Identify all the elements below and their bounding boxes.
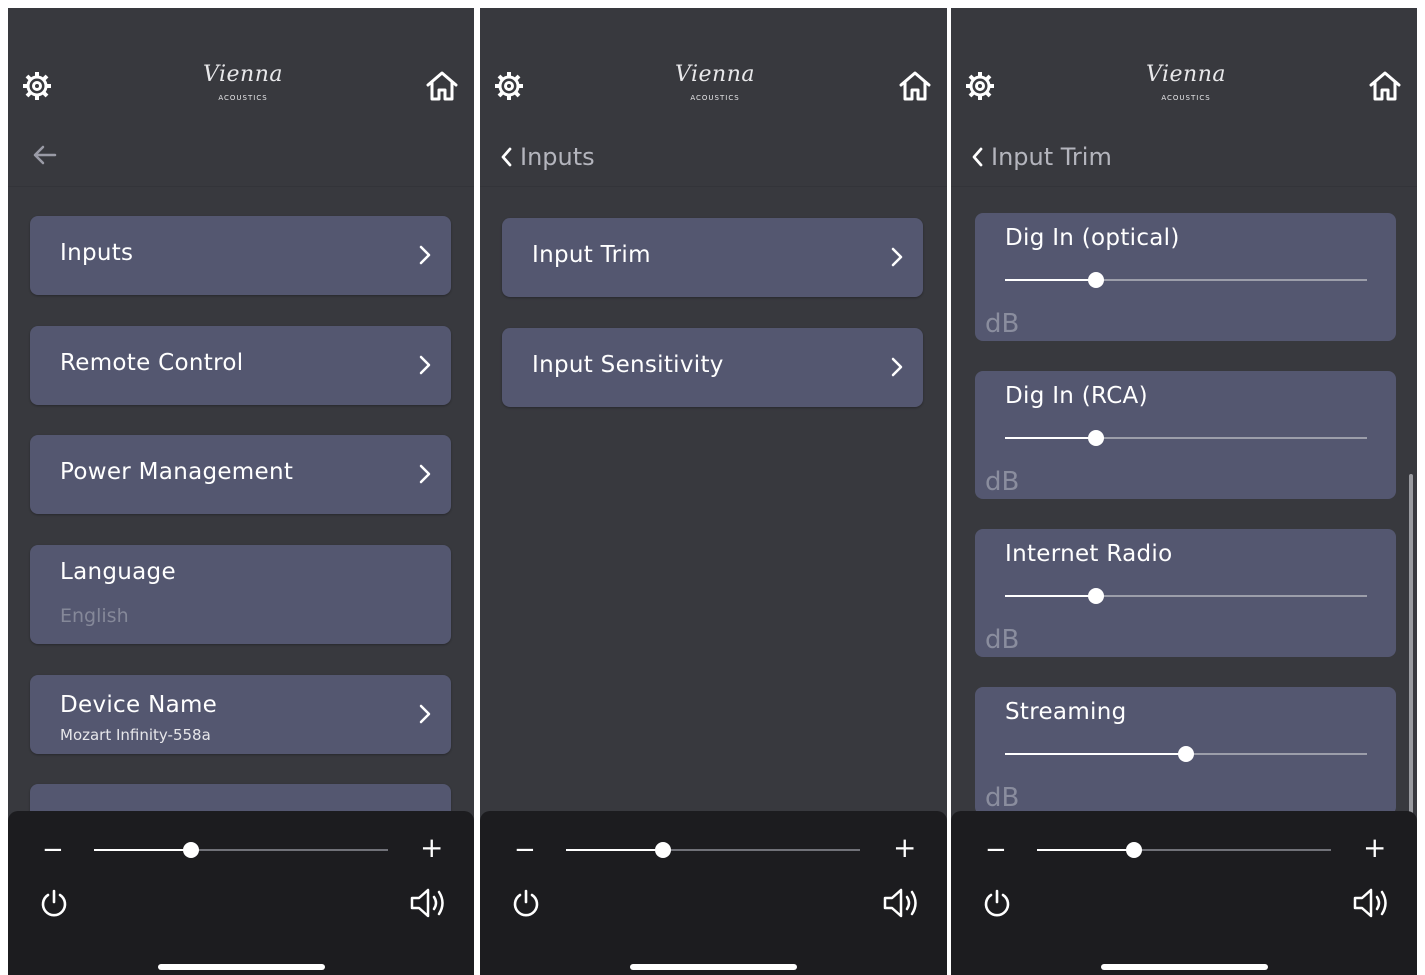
trim-knob[interactable] (1087, 588, 1104, 604)
player-bar: − + (951, 811, 1417, 975)
trim-slider[interactable] (1005, 272, 1367, 288)
chevron-right-icon (891, 357, 903, 377)
logo-subtitle: ACOUSTICS (690, 94, 740, 102)
menu-item-label: Input Sensitivity (532, 352, 724, 378)
nav-row: Inputs (480, 128, 947, 187)
player-bar: − + (8, 811, 474, 975)
volume-slider[interactable] (566, 842, 860, 858)
back-button[interactable]: Input Trim (971, 142, 1112, 172)
power-icon[interactable] (981, 887, 1013, 919)
volume-down-button[interactable]: − (985, 835, 1007, 865)
top-bar: Vienna ACOUSTICS (8, 58, 474, 118)
menu-item-input-trim[interactable]: Input Trim (502, 218, 923, 297)
logo-script: Vienna (202, 62, 283, 87)
trim-card-dig-in-optical: Dig In (optical) dB (975, 213, 1396, 341)
trim-card-streaming: Streaming dB (975, 687, 1396, 815)
volume-up-button[interactable]: + (420, 833, 443, 863)
trim-unit: dB (985, 783, 1020, 813)
menu-item-remote-control[interactable]: Remote Control (30, 326, 451, 405)
volume-knob[interactable] (1126, 842, 1143, 858)
logo-script: Vienna (674, 62, 755, 87)
trim-knob[interactable] (1087, 272, 1104, 288)
nav-row (8, 128, 474, 187)
settings-screen: Vienna ACOUSTICS Inputs Remote Control P… (8, 8, 474, 975)
home-icon[interactable] (422, 66, 462, 106)
speaker-icon[interactable] (408, 885, 448, 921)
input-trim-screen: Vienna ACOUSTICS Input Trim Dig In (opti… (951, 8, 1417, 975)
chevron-left-icon (972, 147, 983, 167)
volume-slider[interactable] (94, 842, 388, 858)
inputs-screen: Vienna ACOUSTICS Inputs Input Trim Input… (480, 8, 947, 975)
trim-unit: dB (985, 625, 1020, 655)
menu-item-device-name[interactable]: Device Name Mozart Infinity-558a (30, 675, 451, 754)
chevron-right-icon (419, 245, 431, 265)
volume-down-button[interactable]: − (42, 835, 64, 865)
trim-card-dig-in-rca: Dig In (RCA) dB (975, 371, 1396, 499)
speaker-icon[interactable] (1351, 885, 1391, 921)
top-bar: Vienna ACOUSTICS (480, 58, 947, 118)
volume-up-button[interactable]: + (893, 833, 916, 863)
trim-label: Internet Radio (1005, 541, 1173, 567)
menu-item-input-sensitivity[interactable]: Input Sensitivity (502, 328, 923, 407)
chevron-right-icon (891, 247, 903, 267)
chevron-left-icon (501, 147, 512, 167)
home-indicator (158, 964, 325, 970)
back-arrow-icon[interactable] (30, 140, 64, 170)
menu-item-label: Device Name (60, 692, 218, 718)
gear-icon[interactable] (960, 66, 1000, 106)
trim-label: Dig In (optical) (1005, 225, 1180, 251)
menu-item-power-management[interactable]: Power Management (30, 435, 451, 514)
volume-up-button[interactable]: + (1363, 833, 1386, 863)
brand-logo: Vienna ACOUSTICS (1141, 62, 1231, 112)
trim-unit: dB (985, 467, 1020, 497)
menu-item-label: Input Trim (532, 242, 651, 268)
back-label: Input Trim (991, 143, 1112, 171)
power-icon[interactable] (510, 887, 542, 919)
menu-item-label: Language (60, 559, 176, 585)
volume-knob[interactable] (655, 842, 672, 858)
power-icon[interactable] (38, 887, 70, 919)
logo-subtitle: ACOUSTICS (1161, 94, 1211, 102)
home-indicator (1101, 964, 1268, 970)
trim-card-internet-radio: Internet Radio dB (975, 529, 1396, 657)
brand-logo: Vienna ACOUSTICS (198, 62, 288, 112)
menu-item-label: Power Management (60, 459, 294, 485)
trim-knob[interactable] (1087, 430, 1104, 446)
menu-item-language[interactable]: Language English (30, 545, 451, 644)
trim-label: Streaming (1005, 699, 1127, 725)
chevron-right-icon (419, 355, 431, 375)
back-button[interactable]: Inputs (500, 142, 595, 172)
logo-subtitle: ACOUSTICS (218, 94, 268, 102)
menu-item-label: Inputs (60, 240, 134, 266)
chevron-right-icon (419, 704, 431, 724)
top-bar: Vienna ACOUSTICS (951, 58, 1417, 118)
volume-down-button[interactable]: − (514, 835, 536, 865)
speaker-icon[interactable] (881, 885, 921, 921)
device-name-value: Mozart Infinity-558a (60, 726, 210, 744)
player-bar: − + (480, 811, 947, 975)
home-indicator (630, 964, 797, 970)
brand-logo: Vienna ACOUSTICS (670, 62, 760, 112)
trim-slider[interactable] (1005, 588, 1367, 604)
volume-knob[interactable] (183, 842, 200, 858)
trim-unit: dB (985, 309, 1020, 339)
back-label: Inputs (520, 143, 595, 171)
home-icon[interactable] (1365, 66, 1405, 106)
nav-row: Input Trim (951, 128, 1417, 187)
trim-knob[interactable] (1178, 746, 1194, 762)
language-value: English (60, 605, 129, 627)
menu-item-label: Remote Control (60, 350, 244, 376)
trim-slider[interactable] (1005, 430, 1367, 446)
gear-icon[interactable] (489, 66, 529, 106)
chevron-right-icon (419, 464, 431, 484)
logo-script: Vienna (1145, 62, 1226, 87)
menu-item-inputs[interactable]: Inputs (30, 216, 451, 295)
trim-slider[interactable] (1005, 746, 1367, 762)
trim-label: Dig In (RCA) (1005, 383, 1148, 409)
home-icon[interactable] (895, 66, 935, 106)
gear-icon[interactable] (17, 66, 57, 106)
volume-slider[interactable] (1037, 842, 1331, 858)
